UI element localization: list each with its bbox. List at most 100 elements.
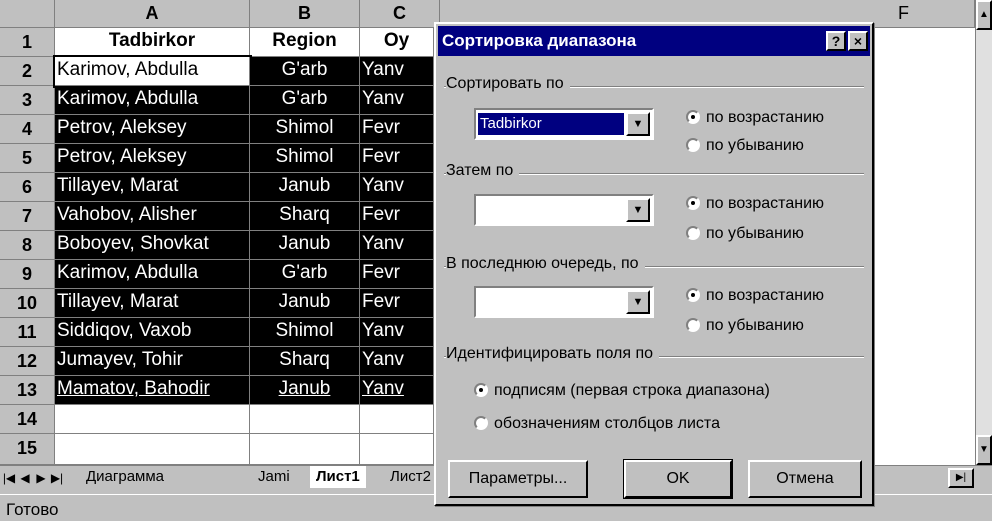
identify-headers-radio[interactable]: подписям (первая строка диапазона) — [474, 381, 770, 401]
cell-b[interactable]: G'arb — [250, 260, 360, 289]
last-by-combo[interactable]: ▼ — [474, 286, 654, 318]
cell-a[interactable]: Jumayev, Tohir — [55, 347, 250, 376]
row-header[interactable]: 2 — [0, 57, 55, 86]
scroll-up-icon[interactable]: ▲ — [976, 0, 992, 30]
column-header-a[interactable]: A — [55, 0, 250, 28]
sort-by-desc-radio[interactable]: по убыванию — [686, 136, 804, 156]
close-icon[interactable]: × — [848, 31, 868, 51]
help-icon[interactable]: ? — [826, 31, 846, 51]
next-sheet-icon[interactable]: ▶ — [34, 469, 48, 487]
cell-a[interactable] — [55, 434, 250, 465]
then-by-combo[interactable]: ▼ — [474, 194, 654, 226]
scroll-right-icon[interactable]: ▶| — [948, 468, 974, 488]
scroll-down-icon[interactable]: ▼ — [976, 435, 992, 465]
cell-c[interactable] — [360, 405, 434, 434]
last-by-asc-radio[interactable]: по возрастанию — [686, 286, 824, 306]
cell-c[interactable]: Fevr — [360, 260, 434, 289]
row-header[interactable]: 14 — [0, 405, 55, 434]
cell-b[interactable]: Sharq — [250, 202, 360, 231]
last-sheet-icon[interactable]: ▶| — [50, 469, 64, 487]
cell-c[interactable]: Fevr — [360, 144, 434, 173]
cell-b[interactable]: Shimol — [250, 115, 360, 144]
row-header[interactable]: 13 — [0, 376, 55, 405]
tab-list2[interactable]: Лист2 — [384, 466, 434, 488]
cell-a[interactable]: Tillayev, Marat — [55, 289, 250, 318]
cell-a[interactable]: Karimov, Abdulla — [53, 55, 252, 88]
dialog-title[interactable]: Сортировка диапазона ? × — [438, 26, 870, 56]
cell-c[interactable]: Yanv — [360, 173, 434, 202]
cell-a[interactable]: Petrov, Aleksey — [55, 144, 250, 173]
cell-b[interactable]: Janub — [250, 376, 360, 405]
row-header[interactable]: 3 — [0, 86, 55, 115]
select-all-corner[interactable] — [0, 0, 55, 28]
cell-b[interactable]: Region — [250, 28, 360, 57]
chevron-down-icon[interactable]: ▼ — [626, 290, 650, 314]
cancel-button[interactable]: Отмена — [748, 460, 862, 498]
cell-b[interactable]: G'arb — [250, 86, 360, 115]
then-by-asc-radio[interactable]: по возрастанию — [686, 194, 824, 214]
cell-a[interactable]: Siddiqov, Vaxob — [55, 318, 250, 347]
parameters-button[interactable]: Параметры... — [448, 460, 588, 498]
cell-a[interactable]: Boboyev, Shovkat — [55, 231, 250, 260]
row-header[interactable]: 9 — [0, 260, 55, 289]
cell-b[interactable]: Janub — [250, 289, 360, 318]
cell-b[interactable]: Sharq — [250, 347, 360, 376]
prev-sheet-icon[interactable]: ◀ — [18, 469, 32, 487]
cell-b[interactable]: Janub — [250, 231, 360, 260]
column-header-f[interactable]: F — [874, 0, 975, 28]
cell-a[interactable]: Vahobov, Alisher — [55, 202, 250, 231]
last-by-desc-radio[interactable]: по убыванию — [686, 316, 804, 336]
cell-c[interactable] — [360, 434, 434, 465]
cell-a[interactable]: Karimov, Abdulla — [55, 260, 250, 289]
row-header[interactable]: 6 — [0, 173, 55, 202]
row-header[interactable]: 7 — [0, 202, 55, 231]
cell-a[interactable] — [55, 405, 250, 434]
cell-c[interactable]: Yanv — [360, 376, 434, 405]
then-by-desc-radio[interactable]: по убыванию — [686, 224, 804, 244]
row-header[interactable]: 10 — [0, 289, 55, 318]
cell-c[interactable]: Yanv — [360, 318, 434, 347]
row-header[interactable]: 12 — [0, 347, 55, 376]
column-header-c[interactable]: C — [360, 0, 440, 28]
identify-columns-radio[interactable]: обозначениям столбцов листа — [474, 414, 720, 434]
row-header[interactable]: 11 — [0, 318, 55, 347]
row-header[interactable]: 15 — [0, 434, 55, 465]
cell-c[interactable]: Fevr — [360, 289, 434, 318]
cell-b[interactable] — [250, 434, 360, 465]
cell-a[interactable]: Petrov, Aleksey — [55, 115, 250, 144]
cell-c[interactable]: Yanv — [360, 86, 434, 115]
sort-by-combo[interactable]: Tadbirkor ▼ — [474, 108, 654, 140]
cell-a[interactable]: Karimov, Abdulla — [55, 86, 250, 115]
column-header-b[interactable]: B — [250, 0, 360, 28]
cell-area-right[interactable] — [874, 28, 975, 465]
cell-c[interactable]: Yanv — [360, 57, 434, 86]
horizontal-scrollbar[interactable]: ▶| — [880, 466, 992, 490]
sort-by-asc-radio[interactable]: по возрастанию — [686, 108, 824, 128]
cell-c[interactable]: Oy — [360, 28, 434, 57]
tab-jami[interactable]: Jami — [252, 466, 296, 488]
row-header[interactable]: 1 — [0, 28, 55, 57]
cell-c[interactable]: Fevr — [360, 202, 434, 231]
cell-b[interactable] — [250, 405, 360, 434]
cell-c[interactable]: Yanv — [360, 231, 434, 260]
chevron-down-icon[interactable]: ▼ — [626, 112, 650, 136]
row-header[interactable]: 4 — [0, 115, 55, 144]
cell-b[interactable]: Janub — [250, 173, 360, 202]
cell-c[interactable]: Yanv — [360, 347, 434, 376]
cell-c[interactable]: Fevr — [360, 115, 434, 144]
vertical-scrollbar[interactable]: ▲ ▼ — [975, 0, 992, 465]
row-header[interactable]: 5 — [0, 144, 55, 173]
cell-a[interactable]: Mamatov, Bahodir — [55, 376, 250, 405]
first-sheet-icon[interactable]: |◀ — [2, 469, 16, 487]
cell-b[interactable]: Shimol — [250, 318, 360, 347]
ok-button[interactable]: OK — [623, 459, 733, 499]
row-header[interactable]: 8 — [0, 231, 55, 260]
tab-diagramma[interactable]: Диаграмма — [80, 466, 170, 488]
cell-b[interactable]: G'arb — [250, 57, 360, 86]
radio-selected-icon — [686, 196, 700, 210]
tab-list1[interactable]: Лист1 — [310, 466, 366, 488]
cell-a[interactable]: Tadbirkor — [55, 28, 250, 57]
cell-a[interactable]: Tillayev, Marat — [55, 173, 250, 202]
cell-b[interactable]: Shimol — [250, 144, 360, 173]
chevron-down-icon[interactable]: ▼ — [626, 198, 650, 222]
